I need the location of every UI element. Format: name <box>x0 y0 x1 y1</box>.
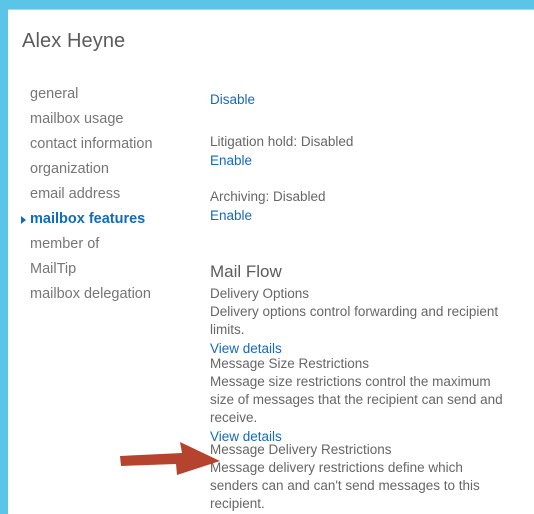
archiving-status: Archiving: Disabled <box>210 189 326 204</box>
sidebar-item-label: general <box>30 86 79 102</box>
sidebar-item-label: MailTip <box>30 261 77 277</box>
message-delivery-restrictions-block: Message Delivery Restrictions Message de… <box>210 440 520 514</box>
sidebar-item-mailbox-usage[interactable]: mailbox usage <box>22 107 202 132</box>
delivery-options-block: Delivery Options Delivery options contro… <box>210 284 520 358</box>
sidebar-item-email-address[interactable]: email address <box>22 182 202 207</box>
sidebar-item-member-of[interactable]: member of <box>22 232 202 257</box>
mailbox-properties-window: Alex Heyne general mailbox usage contact… <box>0 0 534 514</box>
sidebar-item-label: mailbox features <box>30 211 146 227</box>
red-arrow-annotation-icon <box>120 442 220 475</box>
archiving-block: Archiving: Disabled Enable <box>210 187 520 225</box>
message-size-restrictions-description: Message size restrictions control the ma… <box>210 374 503 425</box>
sidebar-item-contact-information[interactable]: contact information <box>22 132 202 157</box>
sidebar-item-label: organization <box>30 161 109 177</box>
litigation-hold-status: Litigation hold: Disabled <box>210 134 354 149</box>
sidebar-item-organization[interactable]: organization <box>22 157 202 182</box>
sidebar-item-label: member of <box>30 236 100 252</box>
sidebar-item-mailbox-features[interactable]: mailbox features <box>21 207 202 232</box>
sidebar-item-label: email address <box>30 186 121 202</box>
sidebar-item-label: contact information <box>30 136 153 152</box>
archiving-enable-link[interactable]: Enable <box>210 206 252 225</box>
litigation-hold-block: Litigation hold: Disabled Enable <box>210 132 520 170</box>
message-delivery-restrictions-title: Message Delivery Restrictions <box>210 442 392 457</box>
mail-flow-heading: Mail Flow <box>210 262 282 281</box>
litigation-hold-enable-link[interactable]: Enable <box>210 151 252 170</box>
sidebar-item-mailtip[interactable]: MailTip <box>22 257 202 282</box>
window-accent-leftbar <box>0 0 8 514</box>
mail-flow-heading-block: Mail Flow <box>210 261 520 283</box>
sidebar-item-label: mailbox usage <box>30 111 124 127</box>
sidebar-item-general[interactable]: general <box>22 82 202 107</box>
window-accent-topbar <box>0 0 534 10</box>
sidebar-item-mailbox-delegation[interactable]: mailbox delegation <box>22 282 202 307</box>
delivery-options-title: Delivery Options <box>210 286 310 301</box>
disable-block: Disable <box>210 90 520 109</box>
message-delivery-restrictions-description: Message delivery restrictions define whi… <box>210 460 480 511</box>
delivery-options-description: Delivery options control forwarding and … <box>210 304 499 337</box>
disable-link[interactable]: Disable <box>210 90 255 109</box>
page-body: Alex Heyne general mailbox usage contact… <box>8 10 534 514</box>
page-title: Alex Heyne <box>22 30 126 52</box>
sidebar-nav: general mailbox usage contact informatio… <box>21 82 202 307</box>
message-size-restrictions-title: Message Size Restrictions <box>210 356 370 371</box>
sidebar-item-label: mailbox delegation <box>30 286 151 302</box>
message-size-restrictions-block: Message Size Restrictions Message size r… <box>210 354 520 446</box>
caret-right-icon <box>21 215 26 224</box>
